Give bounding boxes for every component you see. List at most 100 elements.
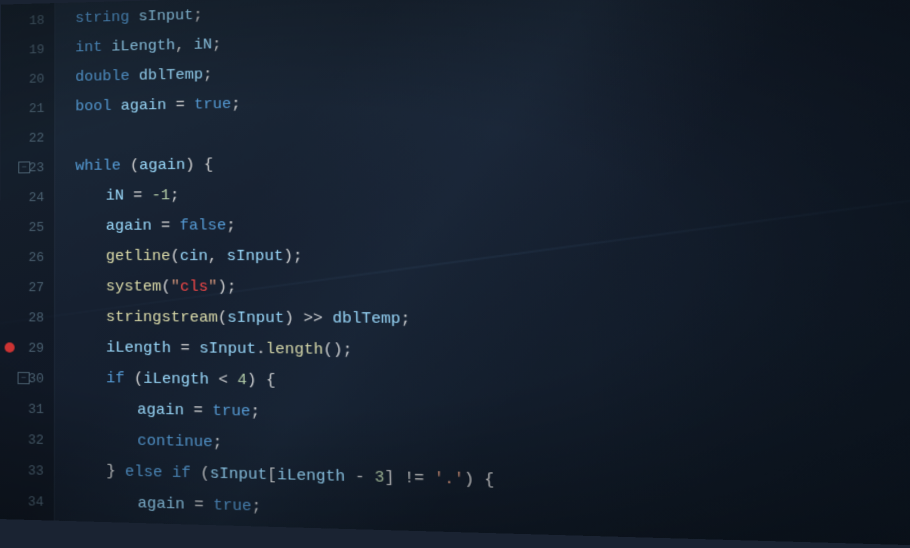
token-system: system <box>106 272 162 303</box>
token-semi4: ; <box>231 90 241 120</box>
token-in2: iN <box>106 181 124 211</box>
token-sinput5: sInput <box>210 459 268 492</box>
token-again5: again <box>137 488 184 521</box>
breakpoint-29[interactable] <box>5 342 15 352</box>
token-space5 <box>121 151 130 181</box>
line-num-32: 32 <box>0 424 54 456</box>
line-num-21: 21 <box>1 93 55 123</box>
token-double: double <box>75 62 129 93</box>
token-neg1: -1 <box>152 181 171 211</box>
token-while: while <box>75 151 121 181</box>
token-comma2: , <box>208 242 227 273</box>
token-if2: if <box>172 458 191 490</box>
token-bracket1: [ <box>267 460 277 492</box>
token-quote2: " <box>208 272 218 303</box>
token-eq6: = <box>185 490 214 522</box>
line-num-26: 26 <box>0 242 54 272</box>
code-line-26: getline ( cin , sInput ); <box>75 240 910 273</box>
token-p10: ( <box>134 364 143 395</box>
token-p3: ( <box>170 242 180 273</box>
token-eq3: = <box>152 211 180 241</box>
token-space3 <box>130 62 139 92</box>
token-stringstream: stringstream <box>106 303 218 334</box>
token-ilength4: iLength <box>277 460 346 493</box>
token-semi5: ; <box>170 181 179 211</box>
token-space2 <box>102 33 111 63</box>
token-in: iN <box>194 30 213 60</box>
token-paren1: ( <box>130 151 139 181</box>
code-area: 18 19 20 21 22 − 23 24 25 26 27 28 29 − … <box>0 0 910 548</box>
token-dbltemp: dblTemp <box>139 60 204 91</box>
token-semi11: ; <box>213 522 223 548</box>
line-num-27: 27 <box>0 272 54 302</box>
token-ilength3: iLength <box>143 364 209 396</box>
token-int: int <box>75 33 102 63</box>
code-line-27: system ( " cls " ); <box>75 272 910 307</box>
code-lines: string sInput ; int iLength , iN ; doubl… <box>55 0 910 548</box>
token-cbrace: } <box>106 457 125 489</box>
token-string: string <box>75 3 129 34</box>
token-semi8: ; <box>250 397 260 429</box>
token-comma: , <box>175 31 194 61</box>
token-semi10: ; <box>251 491 261 523</box>
token-rshift: >> <box>303 304 332 335</box>
token-eq5: = <box>184 396 213 428</box>
line-num-19: 19 <box>1 34 54 64</box>
token-lt: < <box>209 365 238 397</box>
token-cls: cls <box>180 272 208 303</box>
line-num-22: 22 <box>0 123 54 153</box>
line-num-24: 24 <box>0 182 54 212</box>
token-if: if <box>106 364 125 395</box>
token-semi2: ; <box>212 30 222 60</box>
line-num-28: 28 <box>0 302 54 333</box>
line-num-33: 33 <box>0 454 54 486</box>
token-space8 <box>191 458 201 490</box>
token-p12: ( <box>200 459 210 491</box>
line-num-31: 31 <box>0 393 54 425</box>
breakpoint-35[interactable] <box>4 526 14 537</box>
token-ilength2: iLength <box>106 333 171 364</box>
token-4: 4 <box>237 365 247 396</box>
token-p8: ) <box>284 303 304 334</box>
token-space7 <box>162 458 172 490</box>
token-p11: ) { <box>247 365 276 397</box>
line-num-23: − 23 <box>0 152 54 182</box>
token-continue2: continue <box>138 520 214 548</box>
token-p9: (); <box>323 335 353 367</box>
token-again2: again <box>139 151 185 182</box>
line-num-34: 34 <box>0 485 54 517</box>
token-space4 <box>111 92 120 122</box>
fold-icon-30[interactable]: − <box>18 372 30 384</box>
token-p6: ); <box>217 272 236 303</box>
token-sinput2: sInput <box>227 242 284 273</box>
token-semi6: ; <box>226 211 236 242</box>
token-true: true <box>194 90 231 121</box>
token-again4: again <box>137 395 184 427</box>
line-numbers: 18 19 20 21 22 − 23 24 25 26 27 28 29 − … <box>0 3 55 521</box>
line-num-35: 35 <box>0 516 54 548</box>
fold-icon-23[interactable]: − <box>18 161 30 173</box>
line-num-29: 29 <box>0 332 54 363</box>
line-num-20: 20 <box>1 64 55 94</box>
token-neq: != <box>404 463 435 496</box>
token-true2: true <box>212 396 250 428</box>
token-space <box>129 3 138 33</box>
token-p7: ( <box>218 303 228 334</box>
token-again: again <box>121 91 167 122</box>
token-dot: . <box>256 334 266 365</box>
token-sinput: sInput <box>138 1 193 32</box>
token-getline: getline <box>106 242 171 273</box>
token-eq: = <box>166 91 194 121</box>
token-3: 3 <box>374 462 385 494</box>
token-true3: true <box>213 490 252 523</box>
token-bracket2: ] <box>384 463 404 496</box>
token-sinput4: sInput <box>199 334 256 366</box>
token-p13: ) { <box>464 464 495 497</box>
token-minus: - <box>345 462 375 495</box>
token-semi: ; <box>193 1 202 31</box>
token-p5: ( <box>161 272 171 303</box>
token-semi3: ; <box>203 60 213 90</box>
token-continue: continue <box>137 426 213 459</box>
token-space6 <box>125 364 134 395</box>
token-ilength: iLength <box>111 31 175 62</box>
